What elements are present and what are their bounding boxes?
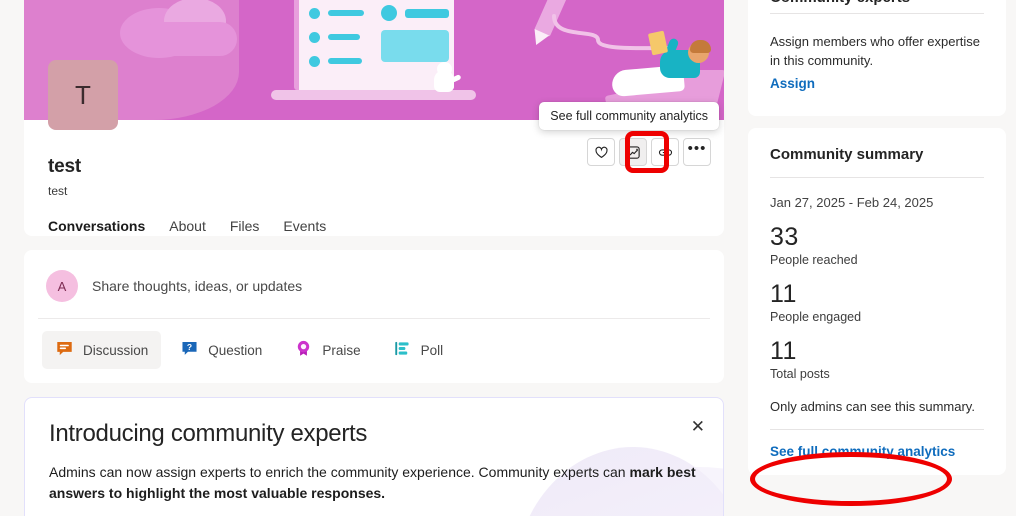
svg-text:?: ? (187, 342, 192, 352)
post-type-poll[interactable]: Poll (380, 331, 457, 369)
tab-conversations[interactable]: Conversations (48, 218, 145, 236)
more-options-button[interactable]: ••• (683, 138, 711, 166)
post-type-discussion[interactable]: Discussion (42, 331, 162, 369)
stat-value: 11 (770, 337, 797, 365)
post-type-selector: Discussion ? Question Praise Poll (42, 319, 706, 369)
announcement-body-text: Admins can now assign experts to enrich … (49, 464, 630, 480)
heart-icon (594, 145, 609, 160)
post-type-label: Poll (420, 342, 444, 358)
praise-icon (294, 339, 313, 361)
announcement-body: Admins can now assign experts to enrich … (49, 462, 697, 504)
community-tabs: Conversations About Files Events (48, 218, 700, 236)
community-experts-card: Community experts Assign members who off… (748, 0, 1006, 116)
right-sidebar: Community experts Assign members who off… (748, 0, 1006, 475)
tab-about[interactable]: About (169, 218, 206, 236)
link-icon (658, 145, 673, 160)
stat-total-posts: 11 Total posts (770, 337, 984, 381)
user-avatar-initial: A (57, 278, 67, 294)
community-summary-card: Community summary Jan 27, 2025 - Feb 24,… (748, 128, 1006, 475)
community-description: test (48, 184, 68, 198)
summary-date-range: Jan 27, 2025 - Feb 24, 2025 (770, 195, 934, 210)
list-bar (328, 58, 362, 64)
stat-value: 11 (770, 280, 797, 308)
list-dot (309, 56, 320, 67)
analytics-tooltip: See full community analytics (539, 102, 719, 130)
post-type-praise[interactable]: Praise (281, 331, 373, 369)
analytics-chart-icon (626, 145, 641, 160)
list-dot (309, 8, 320, 19)
assign-experts-link[interactable]: Assign (770, 76, 815, 91)
post-type-label: Question (208, 342, 263, 358)
see-full-community-analytics-link[interactable]: See full community analytics (770, 444, 984, 459)
follow-button[interactable] (587, 138, 615, 166)
list-dot (381, 5, 397, 21)
composer-placeholder: Share thoughts, ideas, or updates (92, 278, 303, 294)
community-header-actions: ••• (587, 138, 711, 166)
post-type-label: Discussion (83, 342, 149, 358)
tab-events[interactable]: Events (283, 218, 326, 236)
main-column: T test test Conversations About Files Ev… (24, 0, 724, 516)
stat-label: Total posts (770, 367, 830, 381)
announcement-title: Introducing community experts (49, 420, 368, 447)
user-avatar: A (46, 270, 78, 302)
cat-illustration (431, 60, 462, 92)
post-type-question[interactable]: ? Question (167, 331, 275, 369)
question-icon: ? (180, 339, 199, 361)
more-options-icon: ••• (687, 139, 707, 157)
community-experts-title: Community experts (770, 0, 910, 6)
post-composer-card: A Share thoughts, ideas, or updates Disc… (24, 250, 724, 383)
list-dot (309, 32, 320, 43)
community-avatar-initial: T (75, 79, 91, 110)
content-block (381, 30, 449, 62)
community-analytics-button[interactable] (619, 138, 647, 166)
announcement-banner: ✕ Introducing community experts Admins c… (24, 397, 724, 516)
divider (770, 13, 984, 14)
community-experts-description: Assign members who offer expertise in th… (770, 34, 981, 68)
list-bar (328, 34, 360, 40)
stat-people-engaged: 11 People engaged (770, 280, 984, 324)
summary-admin-note: Only admins can see this summary. (770, 399, 975, 414)
poll-icon (393, 339, 412, 361)
divider (770, 429, 984, 430)
stat-people-reached: 33 People reached (770, 223, 984, 267)
discussion-icon (55, 339, 74, 361)
copy-link-button[interactable] (651, 138, 679, 166)
divider (770, 177, 984, 178)
cloud-shape (142, 22, 237, 56)
stat-value: 33 (770, 223, 799, 251)
community-summary-title: Community summary (770, 146, 924, 163)
community-page: T test test Conversations About Files Ev… (0, 0, 1016, 516)
stat-label: People engaged (770, 310, 862, 324)
tab-files[interactable]: Files (230, 218, 260, 236)
laptop-illustration (271, 0, 476, 120)
list-bar (328, 10, 364, 16)
post-type-label: Praise (322, 342, 361, 358)
stat-label: People reached (770, 253, 858, 267)
list-bar (405, 9, 449, 18)
composer-input-row[interactable]: A Share thoughts, ideas, or updates (42, 264, 706, 318)
